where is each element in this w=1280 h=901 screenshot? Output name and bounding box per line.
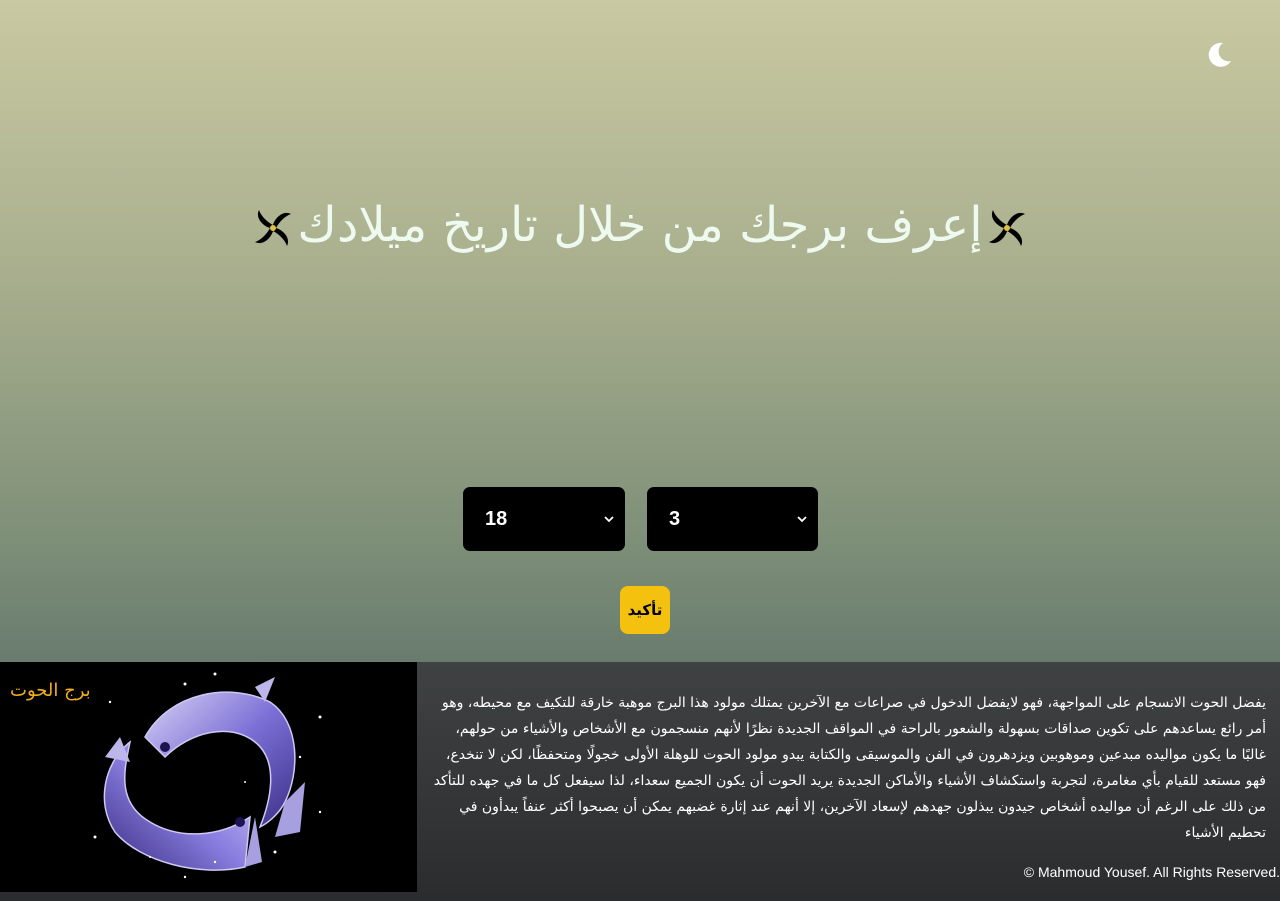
- month-select-value: 3: [669, 507, 681, 530]
- confirm-button[interactable]: تأكيد: [620, 586, 670, 634]
- day-select[interactable]: 18: [463, 487, 625, 551]
- month-select[interactable]: 3: [647, 487, 818, 551]
- sign-description: يفضل الحوت الانسجام على المواجهة، فهو لا…: [433, 695, 1266, 841]
- theme-toggle-button[interactable]: [1198, 34, 1240, 76]
- fan-icon: [255, 210, 292, 246]
- page-title: إعرف برجك من خلال تاريخ ميلادك: [0, 190, 1280, 260]
- sign-title: برج الحوت: [10, 680, 91, 701]
- chevron-down-icon: [604, 516, 614, 523]
- copyright-text: © Mahmoud Yousef. All Rights Reserved.: [1023, 864, 1280, 880]
- chevron-down-icon: [797, 516, 807, 523]
- moon-icon: [1208, 42, 1231, 67]
- fan-icon: [988, 210, 1025, 246]
- result-panel: برج الحوت يفضل الحوت الانسجام على المواج…: [0, 662, 1280, 901]
- day-select-value: 18: [485, 507, 508, 530]
- sign-image: برج الحوت: [0, 662, 417, 892]
- page-title-text: إعرف برجك من خلال تاريخ ميلادك: [297, 197, 983, 253]
